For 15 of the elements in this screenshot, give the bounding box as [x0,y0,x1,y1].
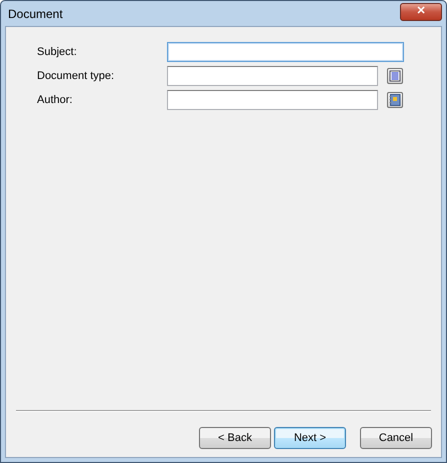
field-label: Subject: [37,44,78,60]
window-title: Document [8,6,63,22]
input-field[interactable] [167,42,404,62]
field-label: Author: [37,92,74,108]
dialog-button[interactable]: < Back [199,427,271,449]
dialog-button[interactable]: Next > [274,427,346,449]
dialog-button[interactable]: Cancel [360,427,432,449]
list-icon [389,70,401,82]
field-label: Document type: [37,68,116,84]
lookup-button[interactable] [387,68,403,84]
input-field[interactable] [167,90,378,110]
address-book-icon [389,94,401,106]
input-field[interactable] [167,66,378,86]
close-button[interactable]: ✕ [400,2,442,20]
lookup-button[interactable] [387,92,403,108]
